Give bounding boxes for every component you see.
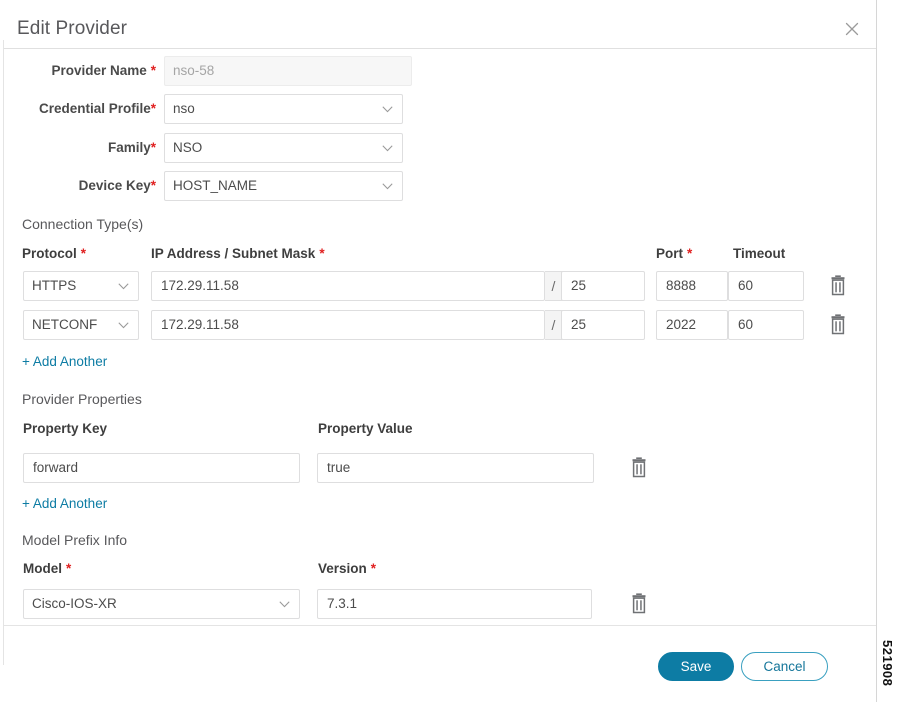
- add-another-property-link[interactable]: + Add Another: [22, 496, 107, 511]
- timeout-column-header: Timeout: [733, 246, 786, 261]
- cancel-button[interactable]: Cancel: [741, 652, 828, 681]
- edit-provider-dialog: Edit Provider Provider Name * nso-58 Cred…: [4, 0, 876, 702]
- protocol-select[interactable]: HTTPS: [23, 271, 139, 301]
- ip-address-input[interactable]: 172.29.11.58: [151, 310, 545, 340]
- chevron-down-icon: [382, 183, 393, 190]
- chevron-down-icon: [382, 106, 393, 113]
- delete-row-icon[interactable]: [829, 275, 847, 297]
- property-key-input[interactable]: forward: [23, 453, 300, 483]
- device-key-label-text: Device Key: [78, 178, 151, 193]
- timeout-input[interactable]: 60: [728, 310, 804, 340]
- chevron-down-icon: [118, 322, 129, 329]
- timeout-input[interactable]: 60: [728, 271, 804, 301]
- chevron-down-icon: [118, 283, 129, 290]
- delete-row-icon[interactable]: [630, 593, 648, 615]
- close-icon[interactable]: [842, 19, 862, 39]
- model-prefix-info-section-title: Model Prefix Info: [22, 532, 128, 548]
- port-required-mark: *: [687, 246, 693, 261]
- ip-subnet-column-header: IP Address / Subnet Mask *: [151, 246, 325, 261]
- field-row-credential-profile: Credential Profile* nso: [4, 94, 876, 124]
- port-input[interactable]: 8888: [656, 271, 728, 301]
- right-page-rule: [876, 0, 877, 702]
- protocol-value: HTTPS: [32, 278, 77, 293]
- version-required-mark: *: [370, 561, 377, 576]
- delete-row-icon[interactable]: [630, 457, 648, 479]
- version-input[interactable]: 7.3.1: [317, 589, 592, 619]
- credential-profile-select[interactable]: nso: [164, 94, 403, 124]
- credential-profile-required-mark: *: [150, 101, 156, 116]
- model-required-mark: *: [66, 561, 72, 576]
- subnet-mask-input[interactable]: 25: [561, 271, 645, 301]
- family-label-text: Family: [107, 140, 151, 155]
- property-value-input[interactable]: true: [317, 453, 594, 483]
- provider-name-required-mark: *: [150, 63, 156, 78]
- family-required-mark: *: [150, 140, 156, 155]
- port-column-header-text: Port: [656, 246, 683, 261]
- protocol-required-mark: *: [80, 246, 87, 261]
- protocol-select[interactable]: NETCONF: [23, 310, 139, 340]
- chevron-down-icon: [279, 601, 290, 608]
- field-row-device-key: Device Key* HOST_NAME: [4, 171, 876, 201]
- provider-properties-section-title: Provider Properties: [22, 391, 142, 407]
- credential-profile-label: Credential Profile*: [4, 94, 156, 124]
- save-button[interactable]: Save: [658, 652, 734, 681]
- ip-address-input[interactable]: 172.29.11.58: [151, 271, 545, 301]
- protocol-column-header: Protocol *: [22, 246, 86, 261]
- version-column-header-text: Version: [318, 561, 367, 576]
- family-select[interactable]: NSO: [164, 133, 403, 163]
- model-column-header: Model *: [23, 561, 71, 576]
- port-column-header: Port *: [656, 246, 692, 261]
- device-key-required-mark: *: [150, 178, 156, 193]
- port-input[interactable]: 2022: [656, 310, 728, 340]
- provider-name-label-text: Provider Name: [51, 63, 147, 78]
- dialog-header: Edit Provider: [4, 0, 876, 49]
- field-row-family: Family* NSO: [4, 133, 876, 163]
- protocol-column-header-text: Protocol: [22, 246, 77, 261]
- family-label: Family*: [4, 133, 156, 163]
- model-column-header-text: Model: [23, 561, 62, 576]
- model-select[interactable]: Cisco-IOS-XR: [23, 589, 300, 619]
- protocol-value: NETCONF: [32, 317, 98, 332]
- subnet-mask-input[interactable]: 25: [561, 310, 645, 340]
- credential-profile-label-text: Credential Profile: [38, 101, 151, 116]
- ip-subnet-column-header-text: IP Address / Subnet Mask: [151, 246, 316, 261]
- property-key-column-header: Property Key: [23, 421, 108, 436]
- dialog-body: Provider Name * nso-58 Credential Profile…: [4, 49, 876, 626]
- device-key-select[interactable]: HOST_NAME: [164, 171, 403, 201]
- provider-name-label: Provider Name *: [4, 56, 156, 86]
- provider-name-input[interactable]: nso-58: [164, 56, 412, 86]
- dialog-footer: Save Cancel: [4, 625, 876, 702]
- screenshot-root: Edit Provider Provider Name * nso-58 Cred…: [0, 0, 899, 702]
- chevron-down-icon: [382, 145, 393, 152]
- family-value: NSO: [173, 140, 203, 155]
- property-value-column-header: Property Value: [318, 421, 413, 436]
- version-column-header: Version *: [318, 561, 376, 576]
- field-row-provider-name: Provider Name * nso-58: [4, 56, 876, 86]
- page-title: Edit Provider: [17, 18, 128, 39]
- model-value: Cisco-IOS-XR: [32, 596, 117, 611]
- delete-row-icon[interactable]: [829, 314, 847, 336]
- add-another-connection-link[interactable]: + Add Another: [22, 354, 107, 369]
- connection-types-section-title: Connection Type(s): [22, 216, 144, 232]
- ip-subnet-required-mark: *: [319, 246, 325, 261]
- credential-profile-value: nso: [173, 101, 195, 116]
- device-key-label: Device Key*: [4, 171, 156, 201]
- device-key-value: HOST_NAME: [173, 178, 258, 193]
- figure-number: 521908: [880, 640, 895, 687]
